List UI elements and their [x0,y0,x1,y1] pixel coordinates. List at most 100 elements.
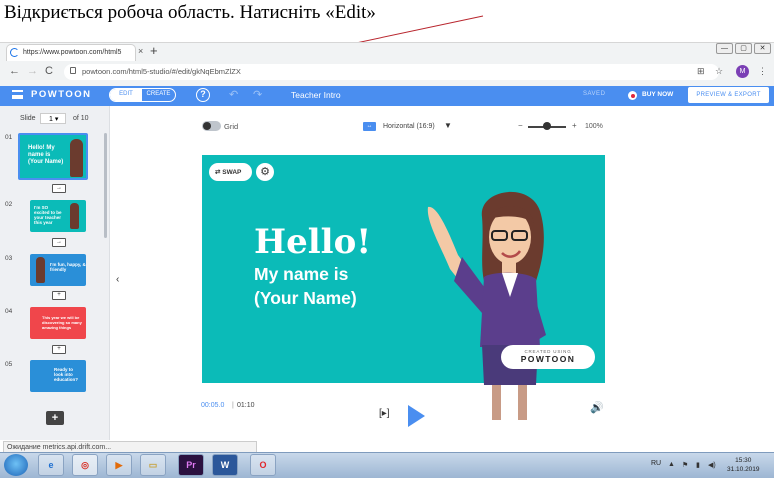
aspect-ratio-select[interactable]: Horizontal (16:9) [383,123,435,130]
system-clock[interactable]: 15:30 31.10.2019 [727,456,760,474]
aspect-ratio-icon[interactable]: ↔ [363,122,376,131]
taskbar-media-player-icon[interactable]: ▶ [106,454,132,476]
url-text: powtoon.com/html5-studio/#/edit/gkNqEbmZ… [82,67,241,76]
teacher-leg-left [492,385,501,420]
slide-label: Slide [20,115,36,122]
slide-current: 1 [49,116,53,123]
start-button[interactable] [4,454,28,476]
slide-thumb-figure [36,257,45,283]
mode-toggle: EDIT CREATE [109,88,176,102]
zoom-slider-handle[interactable] [543,122,551,130]
watermark-logo: POWTOON [520,354,576,364]
total-time: 01:10 [237,402,255,409]
save-status: SAVED [583,91,606,97]
taskbar-explorer-icon[interactable]: ▭ [140,454,166,476]
network-icon[interactable]: ▮ [696,461,700,469]
zoom-level: 100% [585,123,603,130]
tab-title: https://www.powtoon.com/html5 [23,49,122,56]
slide-headline[interactable]: Hello! [254,222,371,262]
play-icon[interactable] [408,405,425,427]
tray-expand-icon[interactable]: ▲ [668,461,675,468]
presentation-title[interactable]: Teacher Intro [291,90,341,100]
slide-number: 05 [5,361,13,368]
slide-thumb-text: I'm SO excited to be your teacher this y… [34,205,62,225]
clock-time: 15:30 [735,457,752,464]
slide-number: 03 [5,255,13,262]
translate-icon[interactable]: ⊞ [697,66,705,77]
time-separator: | [232,402,234,409]
taskbar-word-icon[interactable]: W [212,454,238,476]
collapse-panel-icon[interactable]: ‹ [116,274,119,285]
current-time: 00:05.0 [201,402,225,409]
taskbar-ie-icon[interactable]: e [38,454,64,476]
action-center-icon[interactable]: ⚑ [682,461,688,469]
edit-mode-button[interactable]: EDIT [110,89,142,101]
taskbar-opera-icon[interactable]: O [250,454,276,476]
volume-icon[interactable]: 🔊 [590,401,604,414]
transition-icon[interactable]: + [52,291,66,300]
loading-spinner-icon [10,48,19,57]
grid-label: Grid [224,122,239,131]
slide-number: 02 [5,201,13,208]
redo-icon[interactable]: ↷ [253,88,262,101]
settings-gear-icon[interactable]: ⚙ [256,163,274,181]
lock-icon [70,67,76,74]
create-mode-button[interactable]: CREATE [142,89,175,101]
help-button[interactable]: ? [196,88,210,102]
watermark-caption: CREATED USING [524,349,572,354]
teacher-character-image[interactable] [418,185,598,420]
transition-icon[interactable]: → [52,184,66,193]
language-indicator[interactable]: RU [651,460,661,467]
slide-thumb-text: This year we will be discovering so many… [42,315,82,330]
bookmark-star-icon[interactable]: ☆ [715,66,723,77]
minimize-button[interactable]: — [716,43,733,54]
profile-avatar[interactable]: M [736,65,749,78]
address-bar[interactable]: powtoon.com/html5-studio/#/edit/gkNqEbmZ… [64,64,719,80]
instruction-caption: Відкриється робоча область. Натисніть «E… [4,2,376,23]
panel-scrollbar[interactable] [104,133,107,238]
grid-toggle[interactable] [202,121,221,131]
forward-button[interactable]: → [27,65,38,77]
browser-menu-icon[interactable]: ⋮ [758,66,767,77]
slide-thumbnail-5[interactable]: Ready to look into education? [30,360,86,392]
preview-export-button[interactable]: PREVIEW & EXPORT [688,87,769,103]
speaker-icon[interactable]: ◀) [708,461,716,469]
slide-total: of 10 [73,115,89,122]
transition-icon[interactable]: → [52,238,66,247]
close-window-button[interactable]: ✕ [754,43,771,54]
chevron-down-icon[interactable]: ▼ [444,121,452,130]
buy-now-button[interactable]: BUY NOW [642,91,673,98]
slide-subtitle-line1[interactable]: My name is [254,264,348,285]
play-slide-button[interactable]: [▸] [379,408,390,419]
slide-subtitle-line2[interactable]: (Your Name) [254,288,357,309]
swap-button[interactable]: ⇄ SWAP [209,163,252,181]
tab-close-icon[interactable]: × [138,46,143,56]
powtoon-logo: POWTOON [31,89,92,100]
teacher-leg-right [518,385,527,420]
slide-number: 04 [5,308,13,315]
add-slide-button[interactable]: + [46,411,64,425]
slide-thumbnail-3[interactable]: I'm fun, happy, & friendly [30,254,86,286]
restore-button[interactable]: ▢ [735,43,752,54]
browser-tab[interactable]: https://www.powtoon.com/html5 [6,44,136,61]
slide-thumbnail-2[interactable]: I'm SO excited to be your teacher this y… [30,200,86,232]
undo-icon[interactable]: ↶ [229,88,238,101]
zoom-in-button[interactable]: + [572,121,577,130]
slide-thumb-figure [70,139,83,177]
slide-thumb-text: Hello! My name is (Your Name) [28,145,64,165]
taskbar-premiere-icon[interactable]: Pr [178,454,204,476]
back-button[interactable]: ← [9,65,20,77]
slide-thumbnail-4[interactable]: This year we will be discovering so many… [30,307,86,339]
hamburger-menu-icon[interactable] [12,90,23,99]
reload-button[interactable]: C [45,65,53,77]
slide-thumb-text: Ready to look into education? [54,367,79,382]
clock-date: 31.10.2019 [727,466,760,473]
taskbar-chrome-icon[interactable]: ◎ [72,454,98,476]
new-tab-button[interactable]: + [150,43,158,58]
transition-icon[interactable]: + [52,345,66,354]
slide-number-select[interactable]: 1 ▾ [40,113,66,124]
window-controls: — ▢ ✕ [716,43,771,54]
slide-thumbnail-1[interactable]: Hello! My name is (Your Name) [18,133,88,180]
slide-number: 01 [5,134,13,141]
zoom-out-button[interactable]: − [518,121,523,130]
